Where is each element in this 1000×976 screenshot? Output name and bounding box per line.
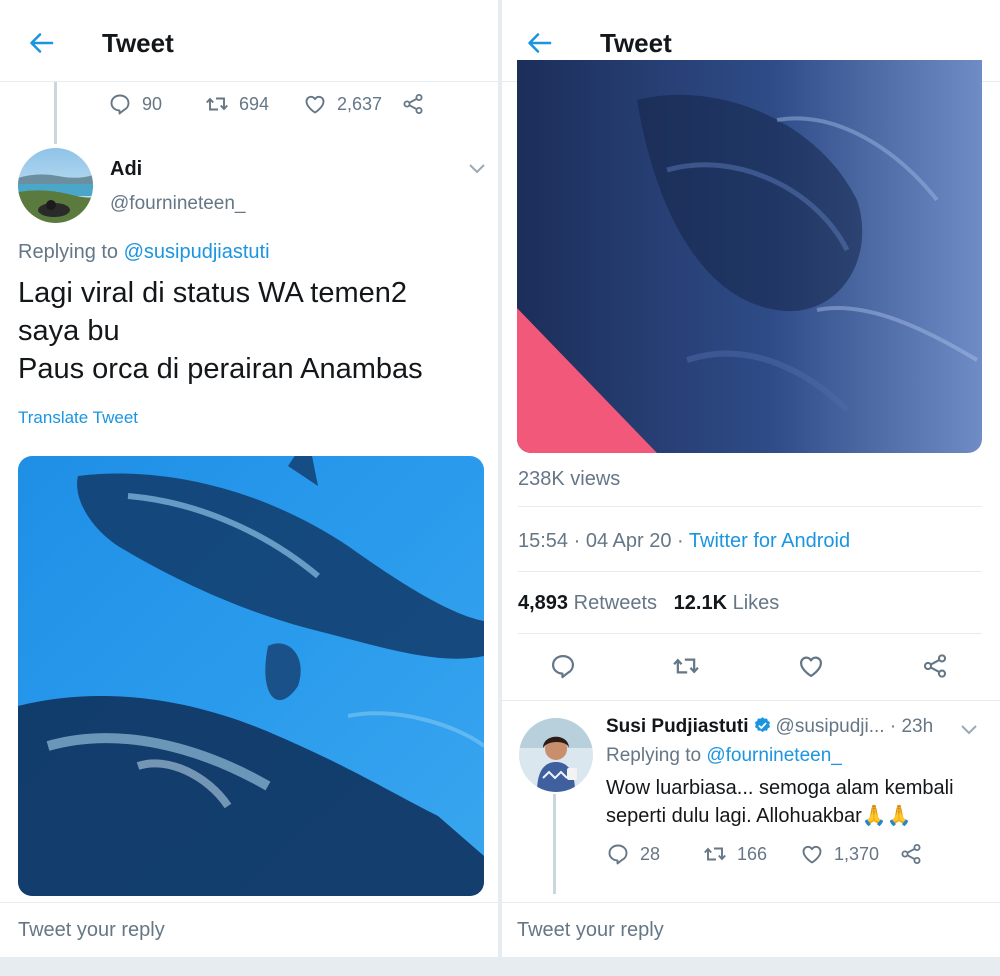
header: Tweet bbox=[0, 0, 498, 82]
reply-icon bbox=[108, 92, 132, 116]
replying-to: Replying to @fournineteen_ bbox=[606, 745, 842, 767]
reply-icon bbox=[606, 842, 630, 866]
share-action[interactable] bbox=[899, 842, 923, 866]
reply-author-handle[interactable]: @susipudji... bbox=[776, 716, 885, 737]
mention-link[interactable]: @susipudjiastuti bbox=[124, 241, 270, 263]
parent-tweet-actions: 90 694 2,637 bbox=[108, 92, 425, 116]
left-tweet-panel: Tweet 90 694 2,637 Adi @fournineteen_ Re… bbox=[0, 0, 498, 976]
tweet-action-bar bbox=[502, 652, 1000, 686]
reply-author-line: Susi Pudjiastuti @susipudji... · 23h bbox=[606, 716, 933, 738]
share-icon[interactable] bbox=[921, 652, 949, 680]
retweets-count: 4,893 bbox=[518, 592, 569, 614]
author-handle[interactable]: @fournineteen_ bbox=[110, 193, 246, 215]
tweet-video[interactable] bbox=[18, 456, 484, 896]
reply-text-line: seperti dulu lagi. Allohuakbar🙏🙏 bbox=[606, 802, 954, 830]
divider bbox=[518, 571, 982, 572]
meta-dot: · bbox=[573, 530, 581, 552]
tweet-time: 15:54 bbox=[518, 530, 569, 552]
reply-author-name[interactable]: Susi Pudjiastuti bbox=[606, 716, 749, 737]
reply-input-placeholder: Tweet your reply bbox=[517, 919, 664, 941]
like-icon bbox=[303, 92, 327, 116]
meta-dot: · bbox=[677, 530, 684, 552]
page-title: Tweet bbox=[600, 28, 672, 58]
mention-link[interactable]: @fournineteen_ bbox=[706, 745, 842, 766]
verified-badge-icon bbox=[754, 717, 770, 733]
share-icon bbox=[899, 842, 923, 866]
reply-input-bar[interactable]: Tweet your reply bbox=[502, 902, 1000, 958]
retweet-icon[interactable] bbox=[672, 652, 700, 680]
like-icon bbox=[800, 842, 824, 866]
back-arrow-icon[interactable] bbox=[26, 28, 56, 58]
avatar[interactable] bbox=[18, 148, 93, 223]
author-name[interactable]: Adi bbox=[110, 158, 142, 181]
like-count: 1,370 bbox=[834, 843, 880, 864]
replying-prefix: Replying to bbox=[18, 241, 119, 263]
reply-count: 28 bbox=[640, 843, 661, 864]
reply-input-placeholder: Tweet your reply bbox=[18, 919, 165, 941]
retweet-icon bbox=[205, 92, 229, 116]
reply-text-line-content: seperti dulu lagi. Allohuakbar bbox=[606, 805, 862, 827]
chevron-down-icon[interactable] bbox=[960, 724, 978, 736]
divider bbox=[518, 506, 982, 507]
retweets-label: Retweets bbox=[573, 592, 657, 614]
retweet-action[interactable]: 694 bbox=[205, 92, 303, 116]
engagement-counts: 4,893 Retweets 12.1K Likes bbox=[518, 592, 779, 615]
replying-prefix: Replying to bbox=[606, 745, 702, 766]
tweet-text: Lagi viral di status WA temen2 saya bu P… bbox=[18, 274, 423, 388]
avatar[interactable] bbox=[519, 718, 593, 792]
reply-count: 90 bbox=[142, 93, 163, 114]
reply-icon[interactable] bbox=[549, 652, 577, 680]
tweet-timestamp: 15:54 · 04 Apr 20 · Twitter for Android bbox=[518, 530, 850, 553]
likes-count: 12.1K bbox=[673, 592, 728, 614]
thread-line bbox=[54, 82, 57, 144]
divider bbox=[518, 633, 982, 634]
tweet-text-line: Paus orca di perairan Anambas bbox=[18, 353, 423, 385]
retweet-count: 694 bbox=[239, 93, 270, 114]
folded-hands-emoji: 🙏🙏 bbox=[861, 805, 912, 827]
reply-tweet-text: Wow luarbiasa... semoga alam kembali sep… bbox=[606, 774, 954, 830]
likes-link[interactable]: 12.1K Likes bbox=[674, 592, 780, 614]
bottom-divider bbox=[502, 958, 1000, 976]
retweet-icon bbox=[703, 842, 727, 866]
reply-text-line: Wow luarbiasa... semoga alam kembali bbox=[606, 777, 954, 799]
divider bbox=[502, 700, 1000, 701]
like-action[interactable]: 1,370 bbox=[800, 842, 899, 866]
page-title: Tweet bbox=[102, 28, 174, 58]
share-action[interactable] bbox=[401, 92, 425, 116]
retweet-action[interactable]: 166 bbox=[703, 842, 800, 866]
share-icon bbox=[401, 92, 425, 116]
view-count: 238K views bbox=[518, 468, 621, 490]
replying-to: Replying to @susipudjiastuti bbox=[18, 241, 270, 264]
tweet-date: 04 Apr 20 bbox=[585, 530, 672, 552]
retweets-link[interactable]: 4,893 Retweets bbox=[518, 592, 657, 614]
like-action[interactable]: 2,637 bbox=[303, 92, 401, 116]
tweet-text-line: Lagi viral di status WA temen2 bbox=[18, 277, 407, 309]
chevron-down-icon[interactable] bbox=[468, 163, 486, 175]
tweet-video[interactable] bbox=[517, 60, 982, 453]
translate-tweet-link[interactable]: Translate Tweet bbox=[18, 408, 138, 428]
right-tweet-panel: Tweet 238K views 15:54 · 04 Apr 20 · Twi… bbox=[502, 0, 1000, 976]
tweet-source-link[interactable]: Twitter for Android bbox=[689, 530, 850, 552]
tweet-text-line: saya bu bbox=[18, 315, 120, 347]
retweet-count: 166 bbox=[737, 843, 768, 864]
reply-action[interactable]: 28 bbox=[606, 842, 703, 866]
reply-input-bar[interactable]: Tweet your reply bbox=[0, 902, 498, 958]
like-icon[interactable] bbox=[797, 652, 825, 680]
thread-line bbox=[553, 794, 556, 894]
back-arrow-icon[interactable] bbox=[524, 28, 554, 58]
like-count: 2,637 bbox=[337, 93, 383, 114]
reply-action[interactable]: 90 bbox=[108, 92, 205, 116]
bottom-divider bbox=[0, 958, 498, 976]
reply-time: · 23h bbox=[889, 716, 934, 737]
reply-tweet-actions: 28 166 1,370 bbox=[606, 842, 923, 866]
likes-label: Likes bbox=[732, 592, 780, 614]
